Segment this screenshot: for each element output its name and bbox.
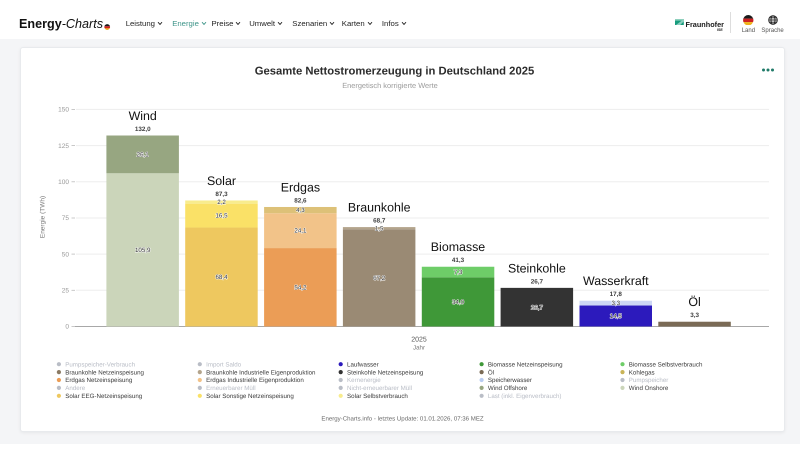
svg-text:Pumpspeicher-Verbrauch: Pumpspeicher-Verbrauch xyxy=(65,361,135,368)
svg-text:17,8: 17,8 xyxy=(610,291,623,298)
svg-text:Pumpspeicher: Pumpspeicher xyxy=(629,377,669,384)
svg-text:3,3: 3,3 xyxy=(611,300,620,307)
svg-text:Speicherwasser: Speicherwasser xyxy=(488,377,532,384)
svg-text:Last (inkl. Eigenverbrauch): Last (inkl. Eigenverbrauch) xyxy=(488,393,562,400)
svg-text:25: 25 xyxy=(62,288,70,295)
svg-text:Steinkohle: Steinkohle xyxy=(508,261,566,275)
svg-text:Erneuerbarer Müll: Erneuerbarer Müll xyxy=(206,385,256,392)
svg-text:Öl: Öl xyxy=(688,295,700,309)
svg-text:Biomasse Netzeinspeisung: Biomasse Netzeinspeisung xyxy=(488,361,563,368)
svg-text:16,5: 16,5 xyxy=(215,213,228,220)
svg-text:41,3: 41,3 xyxy=(452,257,465,264)
svg-text:68,7: 68,7 xyxy=(373,217,386,224)
svg-text:Kernenergie: Kernenergie xyxy=(347,377,381,384)
svg-text:Gesamte Nettostromerzeugung in: Gesamte Nettostromerzeugung in Deutschla… xyxy=(255,66,534,78)
svg-text:2025: 2025 xyxy=(411,337,427,344)
svg-text:Solar Selbstverbrauch: Solar Selbstverbrauch xyxy=(347,393,408,400)
svg-text:0: 0 xyxy=(65,324,69,331)
svg-text:68,4: 68,4 xyxy=(215,274,228,281)
svg-text:Erdgas Netzeinspeisung: Erdgas Netzeinspeisung xyxy=(65,377,133,384)
svg-text:87,3: 87,3 xyxy=(215,191,228,198)
svg-text:Braunkohle Netzeinspeisung: Braunkohle Netzeinspeisung xyxy=(65,369,144,376)
svg-text:2,2: 2,2 xyxy=(217,199,226,206)
svg-text:Solar Sonstige Netzeinspeisung: Solar Sonstige Netzeinspeisung xyxy=(206,393,294,400)
svg-text:7,3: 7,3 xyxy=(454,269,463,276)
svg-text:Braunkohle: Braunkohle xyxy=(348,201,411,215)
svg-text:3,3: 3,3 xyxy=(690,312,699,319)
svg-text:50: 50 xyxy=(62,251,70,258)
svg-text:Energie (TWh): Energie (TWh) xyxy=(40,196,47,238)
svg-text:Energetisch korrigierte Werte: Energetisch korrigierte Werte xyxy=(342,81,438,90)
svg-text:Braunkohle Industrielle Eigenp: Braunkohle Industrielle Eigenproduktion xyxy=(206,369,316,376)
svg-text:Solar: Solar xyxy=(207,174,236,188)
svg-text:26,7: 26,7 xyxy=(531,278,544,285)
svg-text:75: 75 xyxy=(62,215,70,222)
svg-text:54,2: 54,2 xyxy=(294,284,307,291)
svg-text:Steinkohle Netzeinspeisung: Steinkohle Netzeinspeisung xyxy=(347,369,424,376)
svg-text:Jahr: Jahr xyxy=(413,345,425,352)
svg-text:Wasserkraft: Wasserkraft xyxy=(583,274,649,288)
svg-text:Wind Offshore: Wind Offshore xyxy=(488,385,528,392)
svg-text:Nicht-erneuerbarer Müll: Nicht-erneuerbarer Müll xyxy=(347,385,412,392)
svg-text:34,0: 34,0 xyxy=(452,299,465,306)
svg-text:Solar EEG-Netzeinspeisung: Solar EEG-Netzeinspeisung xyxy=(65,393,143,400)
svg-text:Andere: Andere xyxy=(65,385,86,392)
svg-text:Biomasse: Biomasse xyxy=(431,240,486,254)
svg-text:Energy-Charts.info - letztes U: Energy-Charts.info - letztes Update: 01.… xyxy=(321,416,484,423)
svg-text:Biomasse Selbstverbrauch: Biomasse Selbstverbrauch xyxy=(629,361,703,368)
svg-text:14,5: 14,5 xyxy=(610,313,623,320)
svg-text:Erdgas Industrielle Eigenprodu: Erdgas Industrielle Eigenproduktion xyxy=(206,377,304,384)
svg-text:26,7: 26,7 xyxy=(531,304,544,311)
svg-text:4,3: 4,3 xyxy=(296,207,305,214)
svg-text:26,1: 26,1 xyxy=(137,151,150,158)
svg-text:Wind: Wind xyxy=(129,109,157,123)
svg-text:105,9: 105,9 xyxy=(135,247,151,254)
svg-text:150: 150 xyxy=(58,107,69,114)
svg-text:100: 100 xyxy=(58,179,69,186)
svg-text:125: 125 xyxy=(58,143,69,150)
svg-text:67,2: 67,2 xyxy=(373,275,386,282)
svg-text:Öl: Öl xyxy=(488,368,494,376)
svg-text:82,6: 82,6 xyxy=(294,197,307,204)
svg-text:1,5: 1,5 xyxy=(375,225,384,232)
svg-text:Import Saldo: Import Saldo xyxy=(206,361,242,368)
svg-text:Wind Onshore: Wind Onshore xyxy=(629,385,669,392)
svg-text:132,0: 132,0 xyxy=(135,126,151,133)
svg-text:Laufwasser: Laufwasser xyxy=(347,361,379,368)
svg-text:Kohlegas: Kohlegas xyxy=(629,369,655,376)
svg-text:24,1: 24,1 xyxy=(294,228,307,235)
svg-text:Erdgas: Erdgas xyxy=(281,180,320,194)
